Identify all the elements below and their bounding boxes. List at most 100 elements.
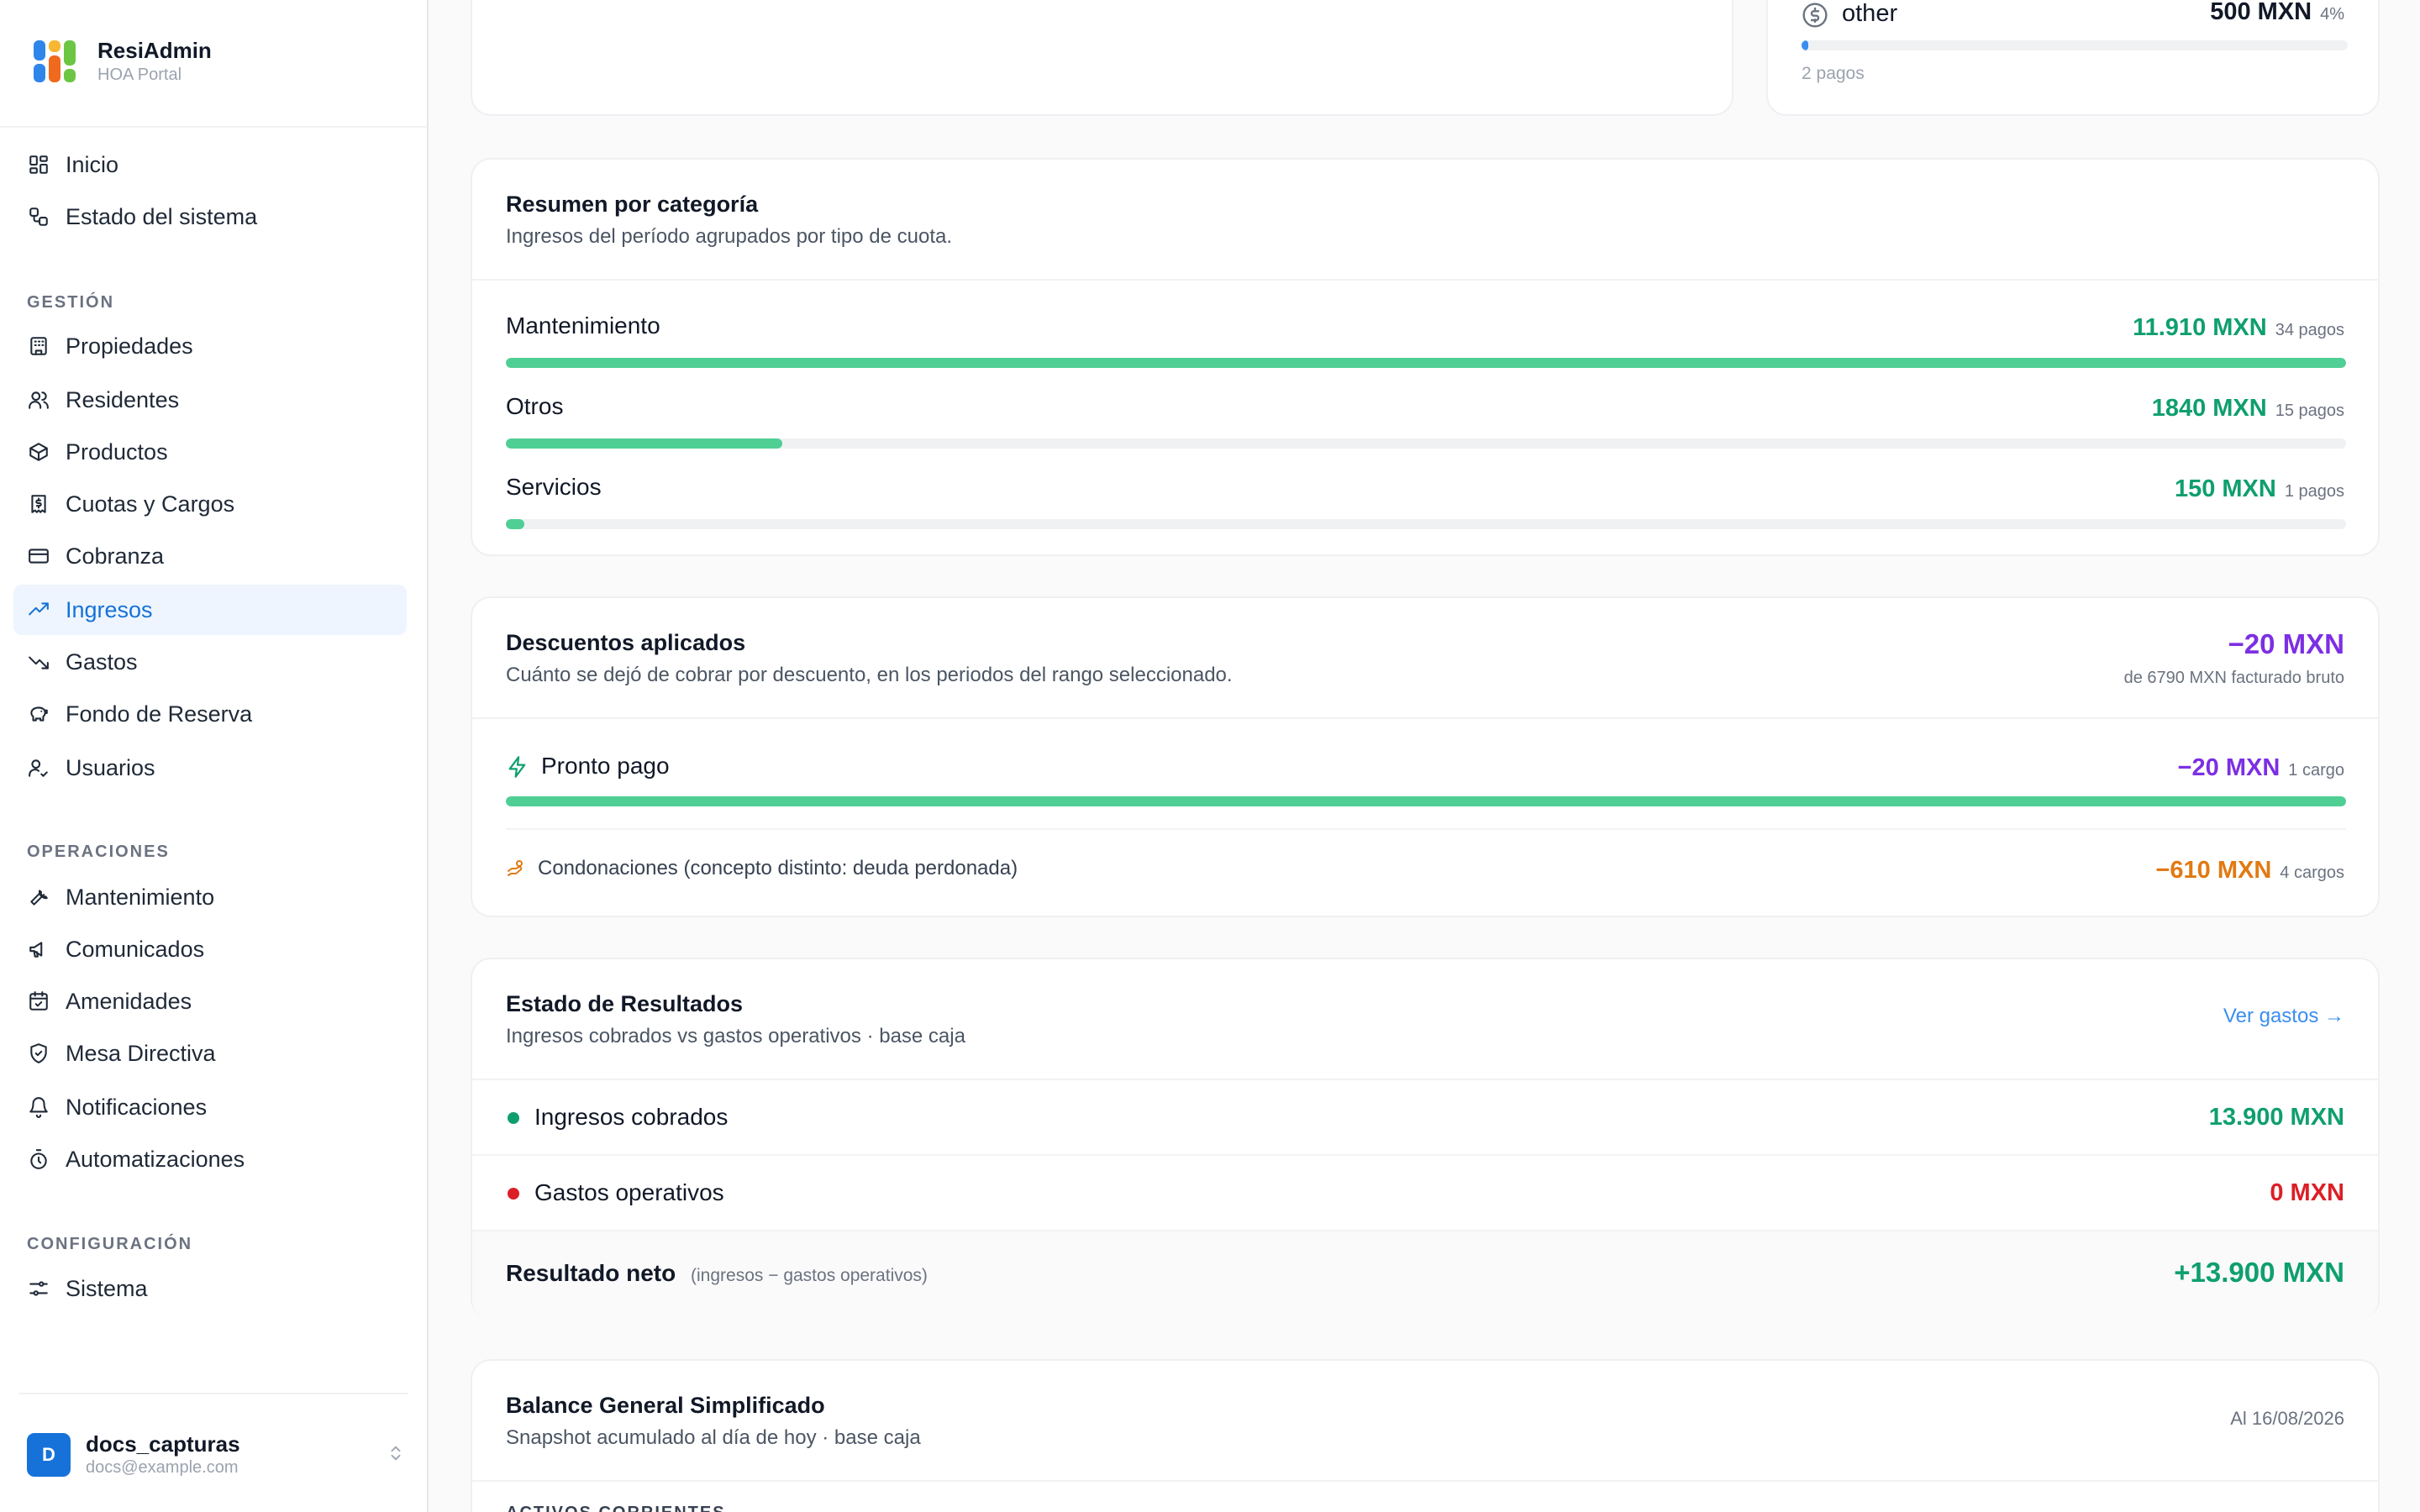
sidebar-item-residentes[interactable]: Residentes: [13, 375, 407, 425]
sidebar-item-mesa-directiva[interactable]: Mesa Directiva: [13, 1028, 407, 1079]
sidebar-item-label: Comunicados: [66, 936, 205, 962]
sidebar-item-label: Fondo de Reserva: [66, 701, 253, 727]
section-label-gestion: GESTIÓN: [27, 293, 115, 312]
sidebar-item-amenidades[interactable]: Amenidades: [13, 976, 407, 1026]
dashboard-icon: [27, 153, 50, 176]
user-menu[interactable]: D docs_capturas docs@example.com: [27, 1431, 405, 1478]
condonaciones-amount: −610 MXN 4 cargos: [2155, 857, 2344, 885]
category-row-amount: 11.910 MXN 34 pagos: [2133, 314, 2344, 342]
timer-icon: [27, 1147, 50, 1171]
charge-count: 4 cargos: [2280, 864, 2344, 882]
sidebar: ResiAdmin HOA Portal Inicio Estado del s…: [0, 0, 429, 1512]
megaphone-icon: [27, 937, 50, 961]
category-bar: [506, 519, 2346, 529]
status-icon: [27, 205, 50, 228]
box-icon: [27, 440, 50, 464]
sidebar-item-ingresos[interactable]: Ingresos: [13, 585, 407, 635]
results-title: Estado de Resultados: [506, 991, 744, 1016]
divider: [0, 126, 427, 128]
divider: [18, 1393, 408, 1394]
user-check-icon: [27, 756, 50, 780]
credit-card-icon: [27, 544, 50, 568]
trending-down-icon: [27, 650, 50, 674]
hand-coins-icon: [506, 858, 526, 883]
method-percent: 4%: [2320, 5, 2344, 24]
balance-sheet-card: Balance General Simplificado Snapshot ac…: [471, 1359, 2380, 1512]
sidebar-item-label: Ingresos: [66, 596, 153, 622]
method-amount-group: 500 MXN 4%: [2210, 0, 2344, 26]
net-result-row: Resultado neto (ingresos − gastos operat…: [472, 1230, 2378, 1319]
brand[interactable]: ResiAdmin HOA Portal: [34, 37, 212, 86]
sidebar-item-label: Residentes: [66, 386, 180, 412]
expenses-dot: [508, 1188, 519, 1200]
income-statement-card: Estado de Resultados Ingresos cobrados v…: [471, 958, 2380, 1319]
sidebar-item-label: Notificaciones: [66, 1094, 208, 1120]
amount-value: 1840 MXN: [2151, 395, 2267, 422]
app-logo-icon: [34, 39, 79, 84]
payment-count: 15 pagos: [2275, 402, 2344, 420]
sidebar-item-cuotas-y-cargos[interactable]: Cuotas y Cargos: [13, 479, 407, 529]
section-label-configuracion: CONFIGURACIÓN: [27, 1235, 193, 1253]
divider: [472, 717, 2378, 719]
zap-icon: [506, 754, 529, 784]
expenses-amount: 0 MXN: [2270, 1179, 2344, 1206]
net-amount: +13.900 MXN: [2174, 1257, 2344, 1288]
sidebar-item-cobranza[interactable]: Cobranza: [13, 531, 407, 581]
charge-count: 1 cargo: [2288, 761, 2344, 780]
shield-icon: [27, 1042, 50, 1065]
income-amount: 13.900 MXN: [2208, 1104, 2344, 1131]
discounts-title: Descuentos aplicados: [506, 630, 746, 655]
category-subtitle: Ingresos del período agrupados por tipo …: [506, 225, 953, 248]
amount-value: 150 MXN: [2174, 475, 2276, 502]
sidebar-item-label: Productos: [66, 438, 168, 465]
sidebar-item-gastos[interactable]: Gastos: [13, 637, 407, 687]
category-title: Resumen por categoría: [506, 192, 759, 217]
user-email: docs@example.com: [86, 1458, 239, 1477]
sidebar-item-label: Propiedades: [66, 333, 193, 359]
sidebar-item-mantenimiento[interactable]: Mantenimiento: [13, 872, 407, 922]
sidebar-item-sistema[interactable]: Sistema: [13, 1263, 407, 1314]
sidebar-item-label: Usuarios: [66, 754, 155, 780]
section-label-operaciones: OPERACIONES: [27, 843, 170, 861]
expenses-label: Gastos operativos: [534, 1179, 724, 1205]
category-row-label: Otros: [506, 393, 564, 419]
app-subtitle: HOA Portal: [97, 66, 182, 84]
sidebar-item-label: Mesa Directiva: [66, 1040, 216, 1066]
ver-gastos-link[interactable]: Ver gastos →: [2223, 1005, 2344, 1028]
divider: [472, 279, 2378, 281]
amount-value: 11.910 MXN: [2133, 314, 2267, 341]
sidebar-item-estado-del-sistema[interactable]: Estado del sistema: [13, 192, 407, 242]
sidebar-item-notificaciones[interactable]: Notificaciones: [13, 1082, 407, 1132]
method-count: 2 pagos: [1802, 64, 1865, 83]
balance-date: Al 16/08/2026: [2230, 1408, 2344, 1429]
divider: [506, 828, 2346, 830]
sidebar-item-inicio[interactable]: Inicio: [13, 139, 407, 190]
avatar: D: [27, 1433, 71, 1477]
category-bar-fill: [506, 438, 782, 449]
sidebar-item-automatizaciones[interactable]: Automatizaciones: [13, 1134, 407, 1184]
sidebar-item-usuarios[interactable]: Usuarios: [13, 743, 407, 793]
method-label: other: [1842, 0, 1898, 27]
sidebar-item-propiedades[interactable]: Propiedades: [13, 321, 407, 371]
amount-value: −610 MXN: [2155, 857, 2272, 884]
sliders-icon: [27, 1277, 50, 1300]
user-name: docs_capturas: [86, 1431, 240, 1457]
sidebar-item-label: Inicio: [66, 151, 119, 177]
discounts-card: Descuentos aplicados Cuánto se dejó de c…: [471, 596, 2380, 917]
divider: [472, 1079, 2378, 1080]
users-icon: [27, 388, 50, 412]
method-bar-fill: [1802, 40, 1808, 50]
method-bar: [1802, 40, 2348, 50]
sidebar-item-productos[interactable]: Productos: [13, 427, 407, 477]
chevrons-up-down-icon: [387, 1441, 405, 1469]
category-row-label: Servicios: [506, 474, 602, 500]
category-bar: [506, 358, 2346, 368]
payment-count: 34 pagos: [2275, 321, 2344, 339]
sidebar-item-fondo-de-reserva[interactable]: Fondo de Reserva: [13, 689, 407, 739]
discount-bar-fill: [506, 796, 2346, 806]
amount-value: −20 MXN: [2177, 754, 2281, 781]
app-name: ResiAdmin: [97, 38, 212, 63]
sidebar-item-comunicados[interactable]: Comunicados: [13, 924, 407, 974]
wrench-icon: [27, 885, 50, 909]
receipt-icon: [27, 492, 50, 516]
